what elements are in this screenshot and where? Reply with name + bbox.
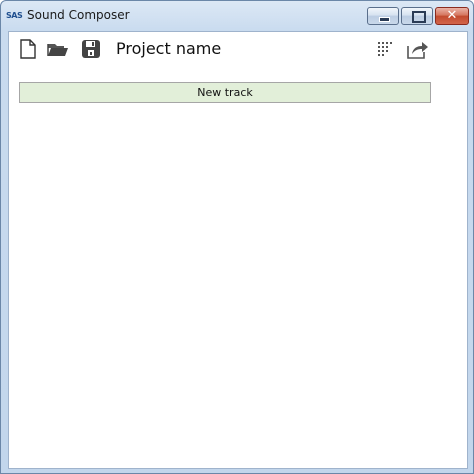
window-title: Sound Composer (27, 8, 130, 22)
new-track-button[interactable]: New track (19, 82, 431, 103)
export-button[interactable] (406, 38, 428, 60)
maximize-button[interactable] (401, 7, 433, 25)
grid-icon (378, 42, 392, 56)
maximize-icon (412, 11, 426, 23)
minimize-button[interactable] (367, 7, 399, 25)
open-folder-icon (47, 44, 68, 56)
open-folder-button[interactable] (47, 38, 69, 60)
new-file-icon (20, 39, 36, 59)
project-name[interactable]: Project name (116, 38, 221, 60)
client-area: Project name New track (8, 31, 468, 469)
close-button[interactable]: ✕ (435, 7, 469, 25)
save-button[interactable] (80, 38, 102, 60)
save-icon (82, 40, 100, 58)
new-file-button[interactable] (17, 38, 39, 60)
close-icon: ✕ (446, 8, 458, 23)
app-window: SAS Sound Composer ✕ Project name New tr… (0, 0, 474, 474)
grid-button[interactable] (375, 38, 397, 60)
export-icon (407, 42, 428, 59)
app-icon: SAS (6, 11, 23, 20)
title-bar[interactable]: SAS Sound Composer ✕ (1, 1, 473, 31)
minimize-icon (379, 17, 390, 22)
